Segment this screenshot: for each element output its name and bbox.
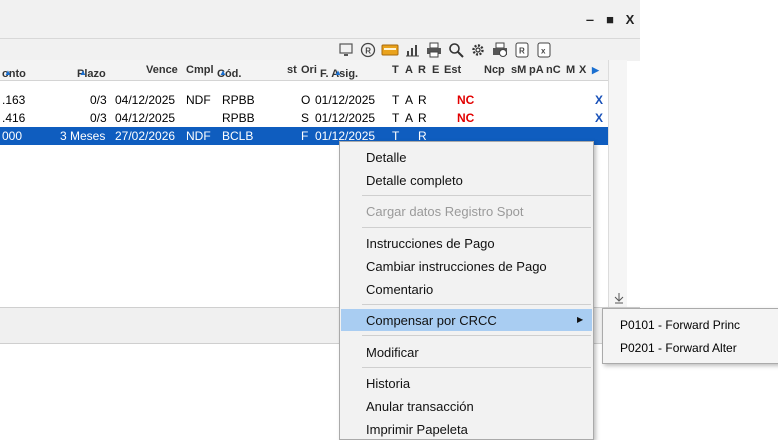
cell-plazo: 0/3 [90,93,107,107]
col-a[interactable]: A [405,64,413,76]
col-pa[interactable]: pA [529,64,544,76]
cell-plazo: 3 Meses [60,129,106,143]
maximize-button[interactable]: ■ [603,12,617,27]
cell-a: A [405,111,414,125]
col-sm[interactable]: sM [511,64,526,76]
menu-item-detalle[interactable]: Detalle [366,150,406,165]
compensar-submenu: P0101 - Forward Princ P0201 - Forward Al… [602,308,778,364]
monitor-icon[interactable] [337,41,355,59]
cell-r: R [418,111,427,125]
print-b-icon[interactable] [491,41,509,59]
col-ncp[interactable]: Ncp [484,64,505,76]
scroll-to-bottom-icon[interactable] [614,292,624,304]
submenu-item-forward-alter[interactable]: P0201 - Forward Alter [620,341,737,355]
cell-cod: RPBB [222,93,255,107]
col-cmpl[interactable]: Cmpl [186,64,214,76]
menu-item-anular[interactable]: Anular transacción [366,399,474,414]
menu-separator [362,367,591,368]
cell-fasig: 01/12/2025 [315,93,376,107]
table-row[interactable]: .163 0/3 04/12/2025 NDF RPBB O 01/12/202… [0,91,608,109]
col-m[interactable]: M [566,64,575,76]
card-icon[interactable] [381,41,399,59]
cell-vence: 04/12/2025 [115,93,176,107]
cell-ori: F [301,129,309,143]
menu-item-imprimir[interactable]: Imprimir Papeleta [366,422,468,437]
context-menu: Detalle Detalle completo Cargar datos Re… [339,141,594,440]
col-est[interactable]: Est [444,64,461,76]
cell-est: NC [457,93,475,107]
table-row[interactable]: .416 0/3 04/12/2025 RPBB S 01/12/2025 T … [0,109,608,127]
menu-item-comentario[interactable]: Comentario [366,282,433,297]
cell-t: T [392,93,400,107]
cell-x[interactable]: X [595,111,603,125]
close-button[interactable]: X [623,12,637,27]
col-ori[interactable]: Ori [301,64,317,76]
cell-r: R [418,93,427,107]
menu-item-instrucciones[interactable]: Instrucciones de Pago [366,236,495,251]
col-e[interactable]: E [432,64,439,76]
cell-est: NC [457,111,475,125]
col-nc[interactable]: nC [546,64,561,76]
cell-monto: .416 [2,111,26,125]
cell-cmpl: NDF [186,93,211,107]
cell-ori: O [301,93,311,107]
cell-t: T [392,111,400,125]
menu-separator [362,195,591,196]
r-circle-icon[interactable]: R [359,41,377,59]
toolbar: R R x [0,38,640,61]
cell-plazo: 0/3 [90,111,107,125]
cell-cmpl: NDF [186,129,211,143]
svg-text:x: x [541,47,546,56]
submenu-item-forward-princ[interactable]: P0101 - Forward Princ [620,318,740,332]
gear-icon[interactable] [469,41,487,59]
minimize-button[interactable]: ‒ [583,12,597,27]
vertical-scrollbar[interactable] [608,60,627,307]
col-vence[interactable]: Vence [146,64,178,76]
menu-item-detalle-completo[interactable]: Detalle completo [366,173,463,188]
submenu-arrow-icon: ▶ [577,315,584,324]
svg-text:R: R [519,47,525,56]
cell-fasig: 01/12/2025 [315,111,376,125]
menu-item-cambiar-instrucciones[interactable]: Cambiar instrucciones de Pago [366,259,547,274]
col-t[interactable]: T [392,64,399,76]
col-x[interactable]: X [579,64,586,76]
cell-cod: BCLB [222,129,254,143]
chart-icon[interactable] [403,41,421,59]
r-box-icon[interactable]: R [513,41,531,59]
menu-item-cargar-datos: Cargar datos Registro Spot [366,204,524,219]
cell-monto: .163 [2,93,26,107]
cell-vence: 04/12/2025 [115,111,176,125]
cell-x[interactable]: X [595,93,603,107]
menu-item-compensar[interactable]: Compensar por CRCC [366,313,497,328]
col-st[interactable]: st [287,64,297,76]
title-bar: ‒ ■ X [0,0,640,38]
table-header: onto ▲ Plazo ▲ Vence Cmpl Cód. ▲ st Ori F. … [0,60,608,81]
scroll-right-icon[interactable]: ▶ [592,65,599,76]
cell-ori: S [301,111,310,125]
x-box-icon[interactable]: x [535,41,553,59]
menu-separator [362,227,591,228]
menu-item-historia[interactable]: Historia [366,376,410,391]
menu-item-modificar[interactable]: Modificar [366,345,419,360]
menu-separator [362,304,591,305]
cell-monto: 000 [2,129,23,143]
cell-vence: 27/02/2026 [115,129,176,143]
svg-text:R: R [365,47,371,56]
search-icon[interactable] [447,41,465,59]
cell-cod: RPBB [222,111,255,125]
col-r[interactable]: R [418,64,426,76]
printer-icon[interactable] [425,41,443,59]
cell-a: A [405,93,414,107]
menu-separator [362,335,591,336]
